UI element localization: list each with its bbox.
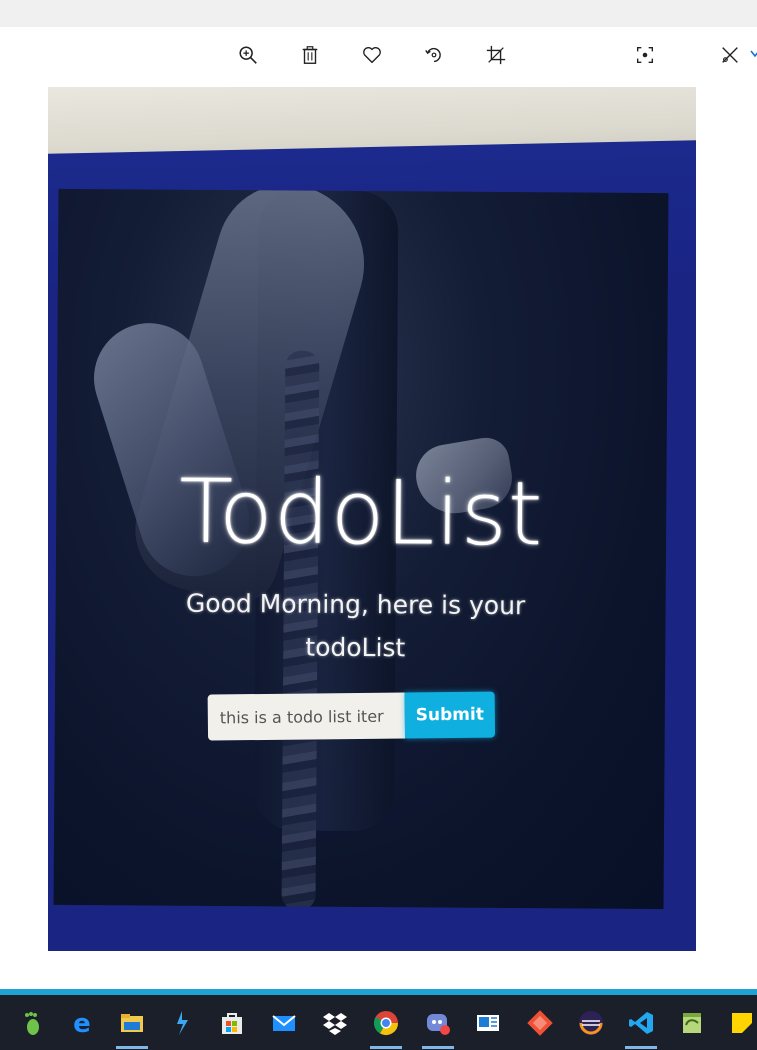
running-indicator bbox=[370, 1046, 402, 1049]
discord-icon[interactable] bbox=[418, 1003, 458, 1049]
window-top-strip bbox=[0, 0, 757, 27]
todo-app-hero: TodoList Good Morning, here is your todo… bbox=[57, 460, 667, 741]
chrome-icon[interactable] bbox=[366, 1003, 406, 1049]
svg-text:e: e bbox=[73, 1009, 91, 1037]
monitor-screen: TodoList Good Morning, here is your todo… bbox=[53, 188, 669, 910]
delete-icon[interactable] bbox=[296, 41, 324, 69]
dropbox-icon[interactable] bbox=[315, 1003, 355, 1043]
edit-draw-icon[interactable] bbox=[716, 41, 744, 69]
vscode-icon[interactable] bbox=[621, 1003, 661, 1049]
running-indicator bbox=[116, 1046, 148, 1049]
heart-icon[interactable] bbox=[358, 41, 386, 69]
running-indicator bbox=[422, 1046, 454, 1049]
greeting-text: Good Morning, here is your todoList bbox=[185, 588, 526, 663]
visual-studio-icon[interactable] bbox=[162, 1003, 202, 1043]
edge-icon[interactable]: e bbox=[62, 1003, 102, 1043]
todo-form: Submit bbox=[207, 691, 508, 741]
photo-canvas: TodoList Good Morning, here is your todo… bbox=[48, 87, 696, 951]
taskbar: e bbox=[0, 995, 757, 1050]
submit-button[interactable]: Submit bbox=[404, 691, 496, 739]
eclipse-icon[interactable] bbox=[571, 1003, 611, 1043]
file-explorer-icon[interactable] bbox=[112, 1003, 152, 1049]
photo-viewer-toolbar bbox=[0, 27, 757, 87]
crop-icon[interactable] bbox=[482, 41, 510, 69]
running-indicator bbox=[625, 1046, 657, 1049]
visual-search-icon[interactable] bbox=[631, 41, 659, 69]
todo-input[interactable] bbox=[207, 692, 406, 741]
zoom-in-icon[interactable] bbox=[234, 41, 262, 69]
chevron-down-icon[interactable] bbox=[750, 47, 757, 61]
rotate-icon[interactable] bbox=[420, 41, 448, 69]
store-icon[interactable] bbox=[212, 1003, 252, 1043]
news-app-icon[interactable] bbox=[468, 1003, 508, 1043]
footprint-app-icon[interactable] bbox=[12, 1003, 52, 1043]
git-icon[interactable] bbox=[520, 1003, 560, 1043]
sticky-notes-icon[interactable] bbox=[722, 1003, 757, 1043]
mail-icon[interactable] bbox=[264, 1003, 304, 1043]
page-title: TodoList bbox=[178, 459, 544, 566]
notepad-plus-icon[interactable] bbox=[672, 1003, 712, 1043]
